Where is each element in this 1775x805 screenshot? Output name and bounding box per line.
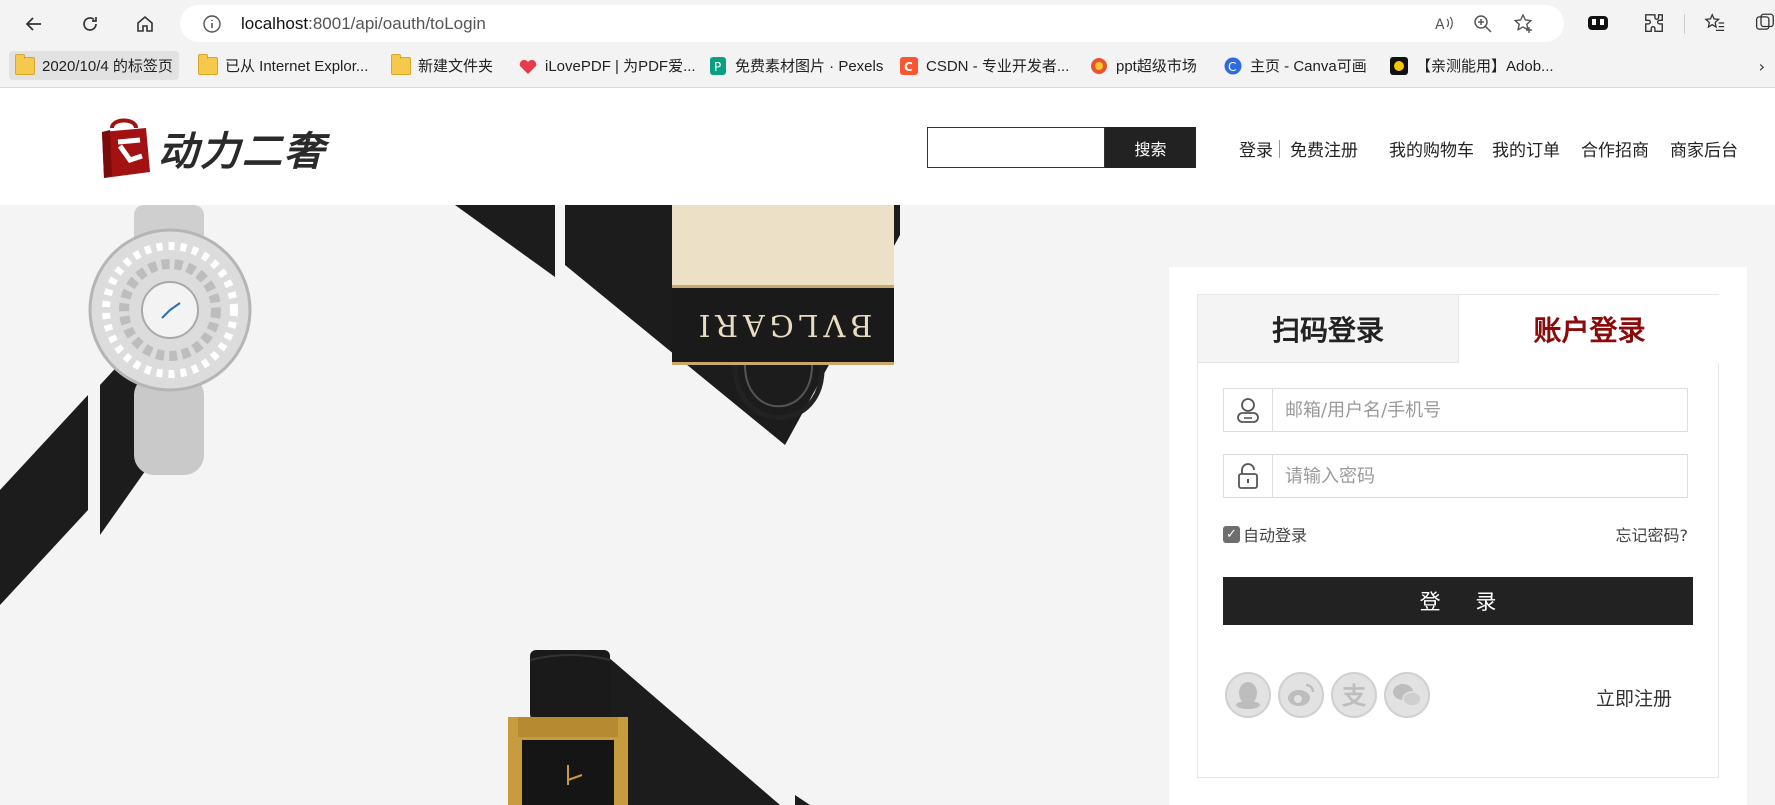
adobe-icon xyxy=(1390,56,1408,75)
qq-icon xyxy=(1236,682,1260,709)
reload-icon xyxy=(83,17,97,31)
address-bar[interactable]: localhost:8001/api/oauth/toLogin A xyxy=(180,5,1564,42)
bookmark-folder[interactable]: 新建文件夹 xyxy=(385,51,499,80)
bookmark-link[interactable]: C 主页 - Canva可画 xyxy=(1217,51,1373,80)
tab-account-login[interactable]: 账户登录 xyxy=(1459,295,1720,363)
logo-text: 动力二奢 xyxy=(158,129,326,175)
pexels-icon: P xyxy=(710,56,726,75)
user-icon xyxy=(1224,389,1273,431)
wechat-login-button[interactable] xyxy=(1384,672,1430,718)
reload-button[interactable] xyxy=(73,7,107,41)
cart-link[interactable]: 我的购物车 xyxy=(1389,136,1474,161)
bookmark-label: 免费素材图片 · Pexels xyxy=(735,58,884,75)
url-text[interactable]: localhost:8001/api/oauth/toLogin xyxy=(241,14,486,34)
bookmarks-bar: 2020/10/4 的标签页 已从 Internet Explor... 新建文… xyxy=(0,47,1775,83)
home-icon xyxy=(137,15,153,32)
canva-icon: C xyxy=(1224,57,1242,74)
shopping-bag-logo-icon xyxy=(102,118,150,178)
forgot-password-link[interactable]: 忘记密码? xyxy=(1616,522,1689,546)
partner-link[interactable]: 合作招商 xyxy=(1581,136,1649,161)
bookmark-label: 2020/10/4 的标签页 xyxy=(42,58,173,75)
home-button[interactable] xyxy=(128,7,162,41)
extensions-puzzle-icon[interactable] xyxy=(1641,10,1667,36)
back-button[interactable] xyxy=(17,7,51,41)
tab-qr-login[interactable]: 扫码登录 xyxy=(1198,295,1459,363)
svg-text:A: A xyxy=(1435,17,1445,33)
auto-login-checkbox[interactable]: ✓ xyxy=(1223,525,1240,543)
svg-text:BVLGARI: BVLGARI xyxy=(694,307,873,342)
gold-watch-image xyxy=(508,650,628,805)
auto-login-label: 自动登录 xyxy=(1243,526,1308,545)
bookmark-link[interactable]: iLovePDF | 为PDF爱... xyxy=(512,51,702,80)
site-header: 动力二奢 搜索 登录 免费注册 我的购物车 我的订单 合作招商 商家后台 xyxy=(0,88,1775,205)
csdn-icon: C xyxy=(900,56,918,75)
favorites-icon[interactable] xyxy=(1702,10,1728,36)
orders-link[interactable]: 我的订单 xyxy=(1492,136,1560,161)
bookmark-label: 【亲测能用】Adob... xyxy=(1416,58,1554,75)
login-banner: BVLGARI 扫码登录 账户登录 邮箱/用户名/手机号 ✓ 自动登录 忘记密码… xyxy=(0,205,1775,805)
favorite-star-icon[interactable] xyxy=(1513,13,1535,35)
qq-login-button[interactable] xyxy=(1225,672,1271,718)
lock-icon xyxy=(1224,455,1273,497)
extension-icon[interactable] xyxy=(1585,10,1611,36)
bookmark-link[interactable]: C CSDN - 专业开发者... xyxy=(893,51,1075,80)
login-form: 扫码登录 账户登录 ✓ 自动登录 忘记密码? 登 录 支 xyxy=(1197,294,1720,778)
weibo-login-button[interactable] xyxy=(1278,672,1324,718)
zoom-icon[interactable] xyxy=(1472,13,1494,35)
wechat-icon xyxy=(1393,684,1422,707)
read-aloud-icon[interactable]: A xyxy=(1433,13,1455,35)
login-submit-button[interactable]: 登 录 xyxy=(1223,577,1693,625)
toolbar-divider xyxy=(1684,14,1685,34)
password-field xyxy=(1223,454,1688,498)
folder-icon xyxy=(198,53,218,75)
auth-links: 登录 免费注册 xyxy=(1239,136,1358,161)
alipay-icon: 支 xyxy=(1342,682,1367,710)
bookmark-link[interactable]: 【亲测能用】Adob... xyxy=(1383,51,1560,80)
password-input[interactable] xyxy=(1273,455,1687,497)
svg-text:C: C xyxy=(1228,60,1236,74)
collections-icon[interactable] xyxy=(1754,10,1775,36)
bookmark-label: 已从 Internet Explor... xyxy=(225,58,369,75)
weibo-icon xyxy=(1288,683,1315,706)
site-info-icon[interactable] xyxy=(202,14,222,34)
bookmark-label: 新建文件夹 xyxy=(418,58,494,75)
username-field xyxy=(1223,388,1688,432)
alipay-login-button[interactable]: 支 xyxy=(1331,672,1377,718)
bookmark-label: iLovePDF | 为PDF爱... xyxy=(545,58,696,75)
banner-artwork: BVLGARI xyxy=(0,205,900,805)
bookmark-label: ppt超级市场 xyxy=(1116,58,1197,75)
register-link[interactable]: 免费注册 xyxy=(1290,136,1358,161)
browser-chrome: localhost:8001/api/oauth/toLogin A 2020/… xyxy=(0,0,1775,88)
svg-text:支: 支 xyxy=(1342,682,1367,710)
register-now-link[interactable]: 立即注册 xyxy=(1596,684,1672,711)
folder-icon xyxy=(15,53,35,75)
site-logo[interactable]: 动力二奢 xyxy=(96,116,326,180)
bookmarks-overflow-chevron-icon[interactable]: › xyxy=(1759,57,1765,76)
svg-text:C: C xyxy=(904,60,913,74)
link-divider xyxy=(1279,139,1280,158)
bookmark-label: 主页 - Canva可画 xyxy=(1250,58,1367,75)
login-link[interactable]: 登录 xyxy=(1239,136,1273,161)
heart-icon xyxy=(519,59,537,74)
search-button[interactable]: 搜索 xyxy=(1105,127,1196,168)
back-arrow-icon xyxy=(25,17,41,31)
merchant-link[interactable]: 商家后台 xyxy=(1670,136,1738,161)
bookmark-folder[interactable]: 2020/10/4 的标签页 xyxy=(9,51,179,80)
bookmark-link[interactable]: P 免费素材图片 · Pexels xyxy=(702,51,889,80)
folder-icon xyxy=(391,53,411,75)
bookmark-link[interactable]: ppt超级市场 xyxy=(1083,51,1203,80)
bookmark-folder[interactable]: 已从 Internet Explor... xyxy=(192,51,374,80)
ppt-icon xyxy=(1091,57,1107,74)
username-input[interactable] xyxy=(1273,389,1687,431)
svg-text:P: P xyxy=(714,60,721,74)
bookmark-label: CSDN - 专业开发者... xyxy=(926,58,1070,75)
search-input[interactable] xyxy=(927,127,1105,168)
auto-login-option: ✓ 自动登录 xyxy=(1223,522,1307,546)
